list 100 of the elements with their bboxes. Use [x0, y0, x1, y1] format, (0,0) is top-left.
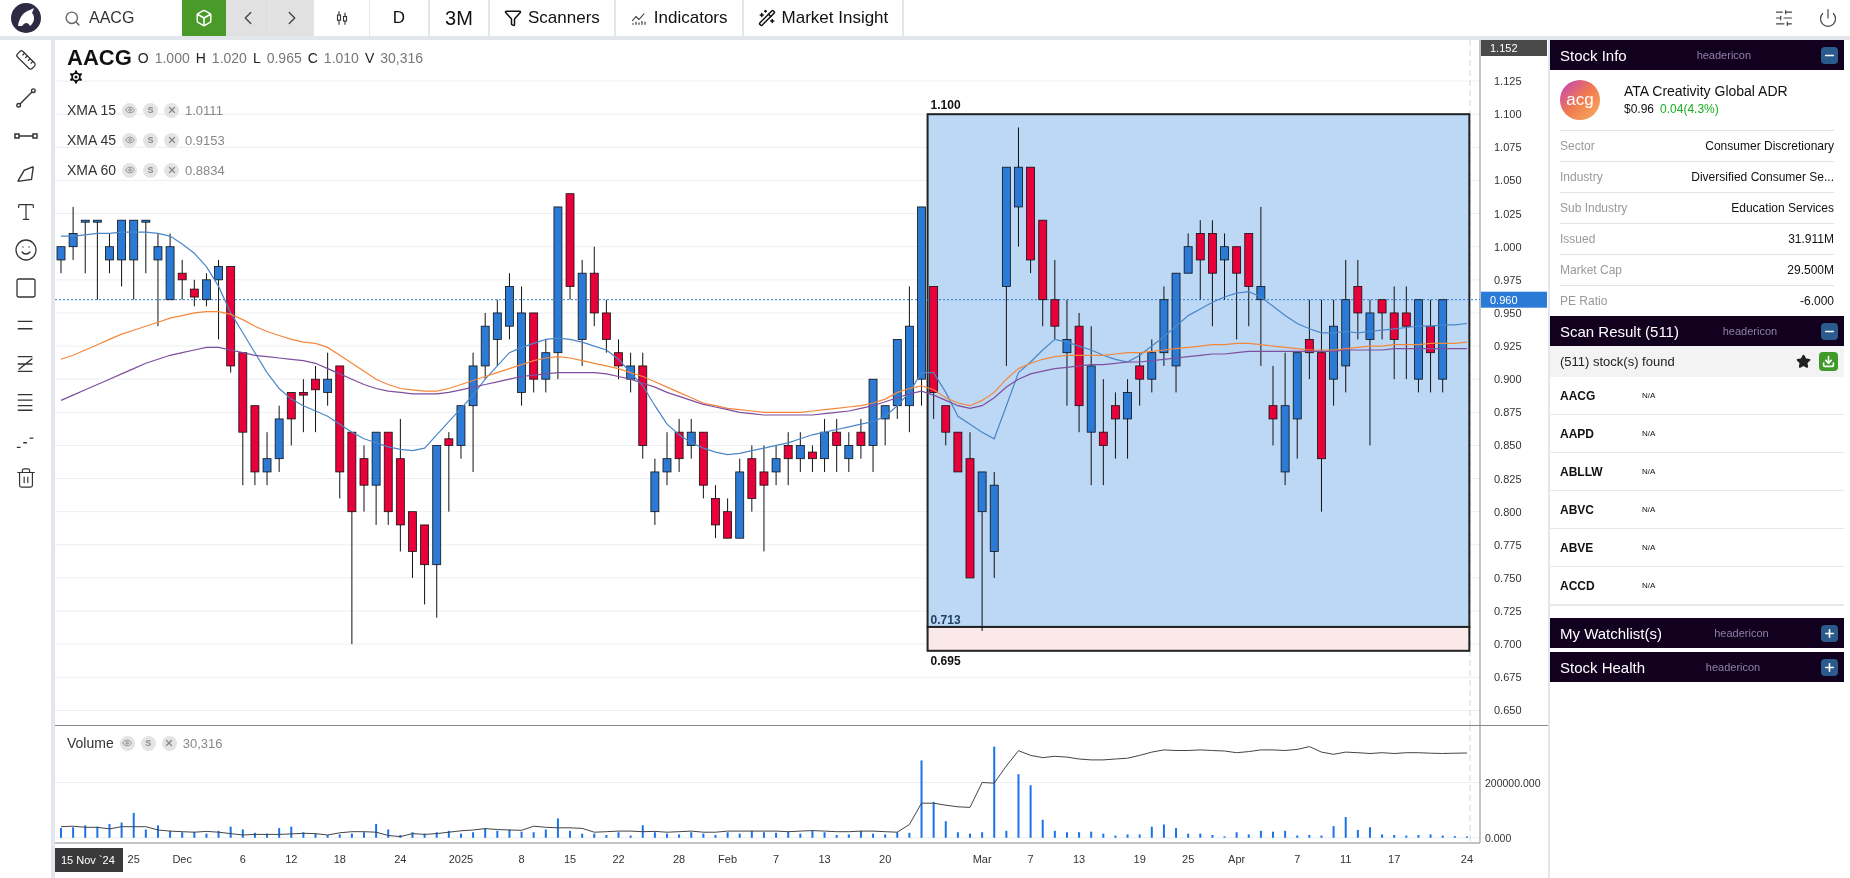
axis-label: 0.650	[1494, 704, 1522, 717]
results-count: (511) stock(s) found	[1560, 354, 1676, 369]
axis-label: 25	[1182, 853, 1195, 865]
info-value: -6.000	[1799, 294, 1834, 308]
ohlc-value: 1.010	[323, 50, 359, 66]
ref-line-label: 0.960	[1490, 293, 1518, 306]
info-label: PE Ratio	[1560, 294, 1608, 308]
stock-value: N/A	[1642, 429, 1656, 438]
axis-label: 0.825	[1494, 472, 1522, 485]
axis-label: 15	[563, 853, 577, 865]
info-label: Issued	[1560, 232, 1596, 246]
price-label: 0.695	[930, 653, 961, 668]
panel-title: Stock Info	[1560, 46, 1627, 64]
axis-label: 1.000	[1494, 240, 1522, 253]
info-value: 29.500M	[1787, 263, 1834, 277]
indicator-name: XMA 60	[67, 162, 117, 178]
axis-label: 0.900	[1494, 373, 1522, 386]
header-icon-text: headericon	[1704, 661, 1762, 673]
ohlc-label: L	[252, 50, 261, 66]
indicator-value: 0.9153	[185, 132, 225, 148]
ohlc-value: 0.965	[266, 50, 302, 66]
indicator-value: 0.8834	[185, 162, 225, 178]
ohlc-value: 30,316	[380, 50, 424, 66]
header-icon-text: headericon	[1713, 627, 1770, 639]
info-value: Consumer Discretionary	[1705, 139, 1834, 153]
ohlc-label: C	[307, 50, 318, 66]
header-icon-text: headericon	[1721, 325, 1779, 337]
stock-value: N/A	[1642, 391, 1656, 400]
stock-value: N/A	[1642, 505, 1656, 514]
axis-label: 8	[518, 853, 525, 865]
axis-label: 22	[612, 853, 625, 865]
ohlc-label: V	[364, 50, 375, 66]
axis-label: 24	[1460, 853, 1474, 865]
ohlc-value: 1.000	[154, 50, 190, 66]
axis-label: 12	[285, 853, 298, 865]
axis-label: 0.875	[1494, 406, 1522, 419]
axis-label: 25	[127, 853, 140, 865]
axis-label: Feb	[718, 853, 738, 865]
axis-label: 0.800	[1494, 505, 1522, 518]
stock-symbol: ABVE	[1560, 540, 1595, 555]
axis-label: 6	[239, 853, 246, 865]
axis-label: 0.850	[1494, 439, 1522, 452]
panel-title: Scan Result (511)	[1560, 322, 1679, 340]
indicator-name: Volume	[67, 735, 114, 751]
stock-symbol: ABLLW	[1560, 464, 1604, 479]
ohlc-label: H	[195, 50, 206, 66]
axis-label: 0.725	[1494, 605, 1522, 618]
stock-symbol: ACCD	[1560, 578, 1596, 593]
price-change: 0.04(4.3%)	[1660, 102, 1719, 116]
axis-label: 13	[1072, 853, 1086, 865]
axis-label: 0.675	[1494, 671, 1522, 684]
axis-label: 20	[879, 853, 892, 865]
axis-label: 0.700	[1494, 638, 1522, 651]
indicator-value: 1.0111	[185, 102, 223, 118]
info-value: Education Services	[1731, 201, 1834, 215]
price-label: 1.100	[930, 98, 961, 113]
stock-value: N/A	[1642, 581, 1656, 590]
axis-label: 7	[1027, 853, 1034, 865]
axis-label: 0.975	[1494, 273, 1522, 286]
axis-label: 0.000	[1485, 831, 1512, 844]
axis-label: 11	[1340, 853, 1352, 865]
axis-label: 7	[1294, 853, 1301, 865]
price-label: 0.713	[930, 612, 961, 627]
axis-label: 1.025	[1494, 207, 1522, 220]
info-value: 31.911M	[1788, 232, 1834, 246]
axis-label: 1.050	[1494, 174, 1522, 187]
axis-price-tag: 1.152	[1481, 40, 1547, 56]
axis-label: 17	[1388, 853, 1401, 865]
date-cursor-tag: 15 Nov `24	[55, 848, 123, 872]
axis-label: 1.075	[1494, 141, 1522, 154]
indicator-value: 30,316	[182, 735, 223, 751]
axis-label: 1.125	[1494, 75, 1522, 88]
axis-label: 13	[818, 853, 831, 865]
indicator-name: XMA 15	[67, 102, 117, 118]
axis-label: Mar	[972, 853, 992, 865]
stock-symbol: ABVC	[1560, 502, 1595, 517]
stock-price: $0.96	[1624, 102, 1655, 116]
symbol-title: AACG	[67, 45, 132, 71]
axis-label: 2025	[448, 853, 474, 865]
axis-label: 1.100	[1494, 108, 1522, 121]
axis-label: Apr	[1228, 853, 1246, 865]
axis-label: 0.775	[1494, 538, 1522, 551]
axis-label: 7	[773, 853, 780, 865]
info-value: Diversified Consumer Se...	[1691, 170, 1834, 184]
header-icon-text: headericon	[1695, 49, 1753, 61]
axis-label: 18	[333, 853, 346, 865]
axis-label: 200000.000	[1485, 776, 1541, 789]
stock-symbol: AACG	[1560, 388, 1597, 403]
company-logo: acg	[1560, 80, 1600, 120]
ohlc-value: 1.020	[211, 50, 247, 66]
axis-label: 0.925	[1494, 340, 1522, 353]
ohlc-label: O	[137, 50, 149, 66]
stock-value: N/A	[1642, 543, 1656, 552]
panel-title: Stock Health	[1560, 658, 1646, 676]
stock-symbol: AAPD	[1560, 426, 1595, 441]
info-label: Industry	[1560, 170, 1603, 184]
axis-price-tag: 0.960	[1481, 291, 1547, 308]
axis-label: 28	[673, 853, 686, 865]
axis-label: 19	[1133, 853, 1146, 865]
info-label: Market Cap	[1560, 263, 1623, 277]
